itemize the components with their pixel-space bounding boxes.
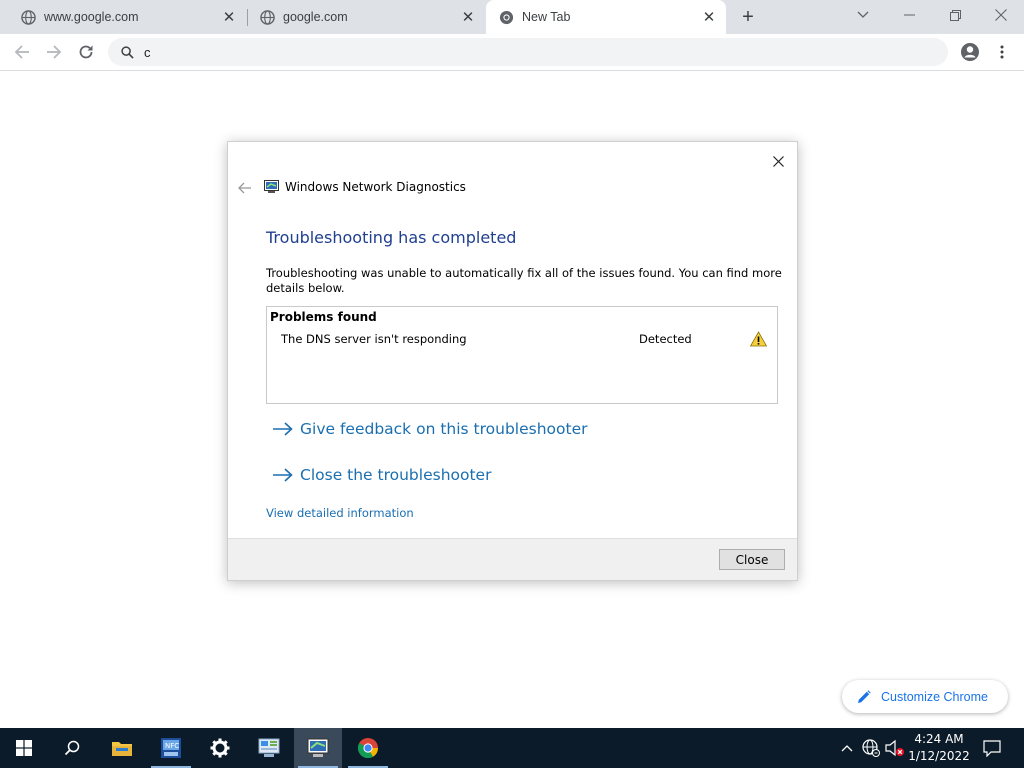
customize-chrome-label: Customize Chrome — [881, 689, 988, 704]
minimize-icon[interactable] — [886, 0, 932, 30]
windows-taskbar: NFC 4:24 AM 1/12/2022 — [0, 728, 1024, 768]
taskbar-clock[interactable]: 4:24 AM 1/12/2022 — [908, 731, 970, 765]
dialog-footer: Close — [228, 538, 797, 580]
browser-toolbar — [0, 34, 1024, 71]
close-troubleshooter-link[interactable]: Close the troubleshooter — [272, 466, 491, 484]
address-input[interactable] — [144, 44, 924, 60]
tab-title: www.google.com — [44, 10, 139, 24]
tab-search-chevron-icon[interactable] — [840, 0, 886, 30]
right-arrow-icon — [273, 468, 293, 482]
volume-muted-icon[interactable] — [884, 728, 906, 768]
tab-google[interactable]: google.com ✕ — [239, 0, 485, 34]
chrome-icon — [498, 9, 514, 25]
globe-icon — [20, 9, 36, 25]
clock-time: 4:24 AM — [914, 732, 964, 746]
network-diagnostics-dialog: Windows Network Diagnostics Troubleshoot… — [227, 141, 798, 581]
network-diagnostics-icon — [264, 180, 279, 193]
close-troubleshooter-label: Close the troubleshooter — [300, 466, 492, 484]
notifications-icon[interactable] — [980, 728, 1004, 768]
new-tab-plus-icon[interactable]: + — [736, 6, 760, 28]
dialog-app-title: Windows Network Diagnostics — [285, 180, 466, 194]
clock-date: 1/12/2022 — [908, 749, 970, 763]
tab-strip: www.google.com ✕ google.com ✕ New Tab ✕ … — [0, 0, 1024, 34]
restore-icon[interactable] — [932, 0, 978, 30]
warning-icon — [749, 331, 768, 347]
start-windows-icon[interactable] — [0, 728, 48, 768]
close-button[interactable]: Close — [719, 549, 785, 570]
customize-chrome-button[interactable]: Customize Chrome — [842, 680, 1008, 713]
network-diagnostics-taskbar-icon[interactable] — [294, 728, 342, 768]
problem-status: Detected — [639, 332, 692, 346]
chrome-taskbar-icon[interactable] — [344, 728, 392, 768]
globe-icon — [259, 9, 275, 25]
network-center-app-icon[interactable]: NFC — [147, 728, 195, 768]
view-detailed-information-link[interactable]: View detailed information — [266, 506, 414, 520]
pencil-icon — [858, 689, 871, 703]
control-panel-icon[interactable] — [245, 728, 293, 768]
close-tab-icon[interactable]: ✕ — [459, 8, 477, 26]
window-close-icon[interactable] — [978, 0, 1024, 30]
back-arrow-icon[interactable] — [8, 38, 36, 66]
file-explorer-icon[interactable] — [98, 728, 146, 768]
network-globe-icon[interactable] — [860, 728, 882, 768]
tab-new-tab[interactable]: New Tab ✕ — [486, 0, 726, 34]
address-bar[interactable] — [108, 38, 948, 66]
taskbar-search-icon[interactable] — [48, 728, 96, 768]
dialog-close-icon[interactable] — [765, 148, 791, 174]
give-feedback-label: Give feedback on this troubleshooter — [300, 420, 588, 438]
settings-gear-icon[interactable] — [196, 728, 244, 768]
problems-found-box: Problems found The DNS server isn't resp… — [266, 306, 778, 404]
dialog-description: Troubleshooting was unable to automatica… — [266, 266, 782, 295]
dialog-back-arrow-icon[interactable] — [236, 179, 254, 197]
problem-name: The DNS server isn't responding — [281, 332, 467, 346]
tab-title: New Tab — [522, 10, 571, 24]
give-feedback-link[interactable]: Give feedback on this troubleshooter — [272, 420, 587, 438]
show-hidden-icons-chevron-icon[interactable] — [838, 728, 856, 768]
tab-title: google.com — [283, 10, 348, 24]
tab-www-google[interactable]: www.google.com ✕ — [0, 0, 246, 34]
menu-kebab-icon[interactable] — [988, 38, 1016, 66]
close-tab-icon[interactable]: ✕ — [700, 8, 718, 26]
right-arrow-icon — [273, 422, 293, 436]
dialog-heading: Troubleshooting has completed — [266, 228, 517, 247]
search-icon — [118, 43, 136, 61]
forward-arrow-icon[interactable] — [40, 38, 68, 66]
reload-icon[interactable] — [72, 38, 100, 66]
svg-text:NFC: NFC — [165, 742, 179, 750]
problems-header: Problems found — [270, 310, 377, 324]
close-tab-icon[interactable]: ✕ — [220, 8, 238, 26]
profile-avatar-icon[interactable] — [956, 38, 984, 66]
